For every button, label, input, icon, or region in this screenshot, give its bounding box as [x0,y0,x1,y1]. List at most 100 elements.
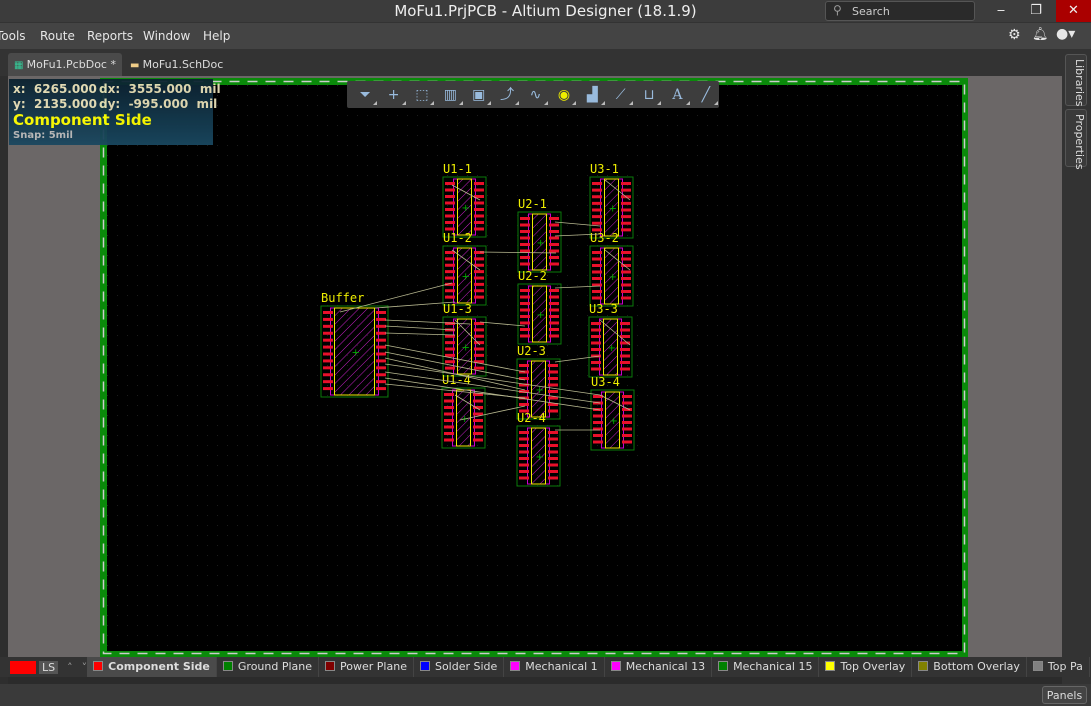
interactive-route-icon[interactable]: ∿ [522,84,549,106]
menu-window[interactable]: Window [143,29,190,43]
layer-color-swatch [222,661,233,671]
active-bar: ⏷ + ⬚ ▥ ▣ ⤴ ∿ ◉ ▟ ⟋ ⊔ A ╱ [347,81,719,108]
component-designator: U2-1 [518,197,547,211]
component-designator: Buffer [321,291,364,305]
layer-label: Mechanical 15 [733,660,813,673]
hud-y: y: 2135.000 [13,97,97,111]
layer-color-swatch [325,661,336,671]
layer-set-button[interactable]: LS [39,660,59,674]
search-input[interactable]: ⚲ Search [825,1,975,21]
close-button[interactable]: ✕ [1056,0,1091,22]
search-icon: ⚲ [833,3,842,17]
gear-icon[interactable]: ⚙ [1008,27,1021,43]
hud-snap: Snap: 5mil [13,130,73,141]
menu-route[interactable]: Route [40,29,75,43]
svg-text:+: + [537,238,545,249]
layer-tab[interactable]: Solder Side [414,657,505,677]
dimension-icon[interactable]: ⊔ [636,84,662,106]
component-designator: U3-2 [590,231,619,245]
line-icon[interactable]: ╱ [693,84,719,106]
libraries-panel-tab[interactable]: Libraries [1065,54,1087,107]
search-placeholder: Search [852,5,890,18]
layer-tab[interactable]: Top Overlay [819,657,913,677]
hud-dy: dy: -995.000 mil [99,97,218,111]
layer-label: Solder Side [434,660,498,673]
heads-up-display: x: 6265.000 dx: 3555.000 mil y: 2135.000… [9,79,221,145]
svg-text:+: + [610,416,618,427]
align-icon[interactable]: ▥ [437,84,463,106]
layer-tabs: LS ˄ ˅ Component Side Ground Plane Power P… [0,657,1090,677]
restore-button[interactable]: ❐ [1021,0,1051,22]
component-designator: U1-3 [443,302,472,316]
layer-label: Power Plane [340,660,407,673]
layer-set-controls: LS ˄ ˅ [0,660,87,674]
select-rect-icon[interactable]: ⬚ [409,84,435,106]
layer-label: Mechanical 1 [525,660,598,673]
layer-label: Mechanical 13 [625,660,706,673]
text-icon[interactable]: A [664,84,691,106]
layer-tab[interactable]: Bottom Overlay [912,657,1027,677]
bell-icon[interactable]: 🔔︎ [1032,27,1049,42]
layer-label: Component Side [108,660,210,673]
layer-tab[interactable]: Ground Plane [217,657,320,677]
layer-color-swatch [510,661,521,671]
layer-tab[interactable]: Top Pa [1027,657,1090,677]
component-designator: U3-3 [589,302,618,316]
svg-text:+: + [609,204,617,215]
document-tabs: ▦ MoFu1.PcbDoc * ▬ MoFu1.SchDoc [0,49,1091,76]
pcb-doc-icon: ▦ [14,60,27,71]
hud-layer: Component Side [13,111,152,129]
panels-button[interactable]: Panels [1042,686,1087,704]
tab-schdoc[interactable]: ▬ MoFu1.SchDoc [124,53,229,76]
polygon-icon[interactable]: ▟ [579,84,605,106]
layer-label: Ground Plane [237,660,313,673]
filter-icon[interactable]: ⏷ [352,84,378,106]
current-layer-swatch[interactable] [10,660,36,674]
layer-tab[interactable]: Component Side [87,657,217,677]
component-designator: U1-4 [442,373,471,387]
layer-tab[interactable]: Power Plane [319,657,414,677]
layer-color-swatch [918,661,929,671]
tab-label: MoFu1.PcbDoc * [26,58,116,71]
svg-text:+: + [462,343,470,354]
component-designator: U3-4 [591,375,620,389]
route-icon[interactable]: ⤴ [494,84,520,106]
minimize-button[interactable]: ‒ [986,0,1016,22]
left-strip [0,76,8,684]
layer-color-swatch [610,661,621,671]
layer-label: Bottom Overlay [933,660,1020,673]
layer-up-icon[interactable]: ˄ [67,661,73,674]
right-panel-strip: Libraries Properties [1062,49,1091,684]
layer-color-swatch [1032,661,1043,671]
component-designator: U1-2 [443,231,472,245]
user-icon[interactable]: ●▾ [1056,26,1075,42]
tab-pcbdoc[interactable]: ▦ MoFu1.PcbDoc * [8,53,122,76]
properties-panel-tab[interactable]: Properties [1065,109,1087,170]
layer-tab[interactable]: Mechanical 15 [712,657,820,677]
component-designator: U3-1 [590,162,619,176]
hud-x: x: 6265.000 [13,82,97,96]
menu-tools[interactable]: Tools [0,29,26,43]
component-designator: U2-4 [517,411,546,425]
component-icon[interactable]: ▣ [466,84,492,106]
layer-color-swatch [718,661,729,671]
cross-icon[interactable]: + [380,84,407,106]
layer-tab[interactable]: Mechanical 1 [504,657,605,677]
menu-help[interactable]: Help [203,29,230,43]
board-area[interactable]: Buffer + U1-1 + U1-2 + U1-3 + U1-4 + U2-1 + U2-2 + U2-… [107,85,962,651]
layer-color-swatch [93,661,104,671]
component-designator: U2-2 [518,269,547,283]
track-icon[interactable]: ⟋ [608,84,634,106]
svg-text:+: + [536,452,544,463]
menu-bar: Tools Route Reports Window Help ⚙ 🔔︎ ●▾ [0,22,1091,49]
component-designator: U2-3 [517,344,546,358]
component-designator: U1-1 [443,162,472,176]
sch-doc-icon: ▬ [130,60,143,71]
tab-label: MoFu1.SchDoc [142,58,224,71]
title-bar: MoFu1.PrjPCB - Altium Designer (18.1.9) … [0,0,1091,22]
hud-dx: dx: 3555.000 mil [99,82,221,96]
svg-text:+: + [462,272,470,283]
menu-reports[interactable]: Reports [87,29,133,43]
pad-icon[interactable]: ◉ [551,84,577,106]
layer-tab[interactable]: Mechanical 13 [605,657,713,677]
